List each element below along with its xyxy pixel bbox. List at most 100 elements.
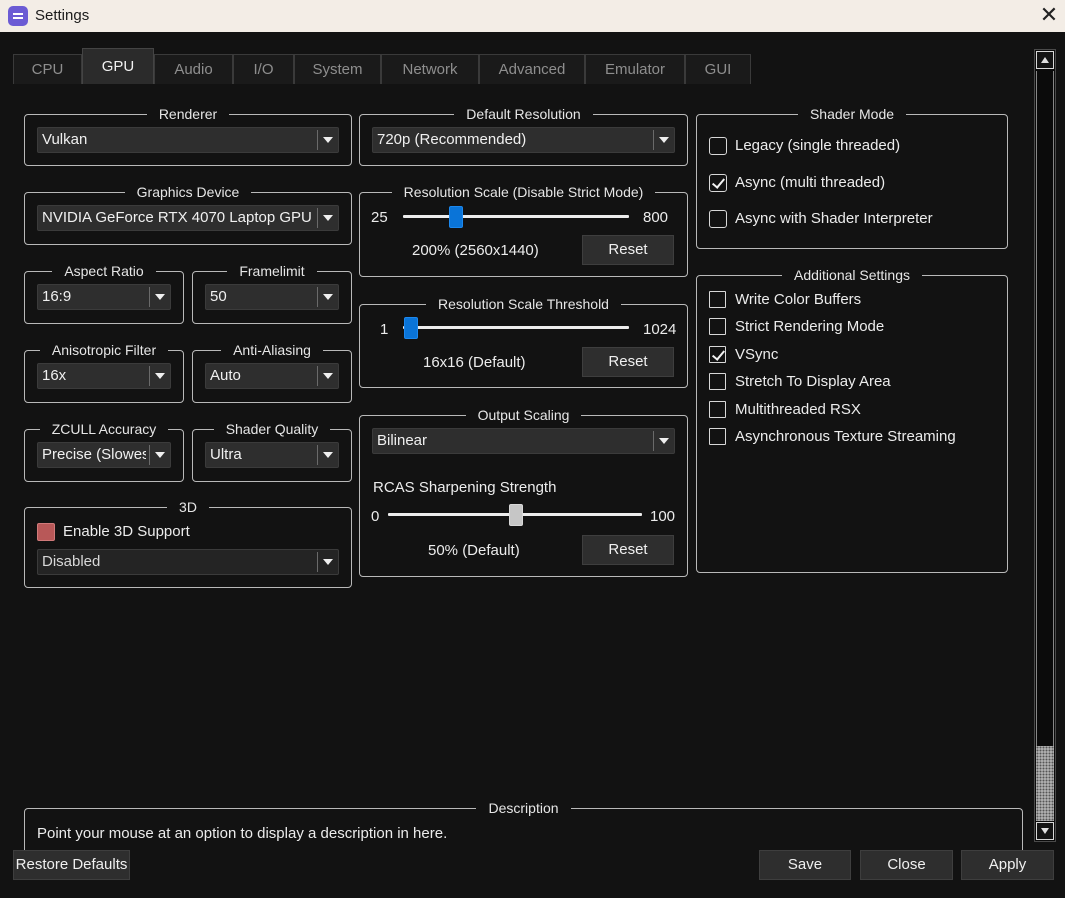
aspect-ratio-select[interactable]: 16:9 [37, 284, 171, 310]
anti-aliasing-group: Anti-Aliasing Auto [192, 342, 352, 403]
shader-mode-label: Shader Mode [797, 106, 907, 122]
shader-quality-group: Shader Quality Ultra [192, 421, 352, 482]
three-d-label: 3D [167, 499, 209, 515]
three-d-mode-select[interactable]: Disabled [37, 549, 339, 575]
vsync-label: VSync [735, 346, 779, 363]
app-icon [8, 6, 28, 26]
tab-advanced[interactable]: Advanced [479, 54, 585, 84]
resolution-threshold-label: Resolution Scale Threshold [426, 296, 621, 312]
scroll-up-arrow-icon [1041, 57, 1049, 63]
restore-defaults-button[interactable]: Restore Defaults [13, 850, 130, 880]
scroll-thumb[interactable] [1036, 746, 1054, 821]
enable-3d-checkbox[interactable] [37, 523, 55, 541]
dropdown-arrow-icon [317, 445, 337, 465]
description-text: Point your mouse at an option to display… [37, 825, 448, 842]
vertical-scrollbar[interactable] [1034, 49, 1056, 842]
graphics-device-select[interactable]: NVIDIA GeForce RTX 4070 Laptop GPU [37, 205, 339, 231]
dropdown-arrow-icon [149, 445, 169, 465]
three-d-mode-value: Disabled [42, 553, 101, 570]
default-resolution-group: Default Resolution 720p (Recommended) [359, 106, 688, 166]
shader-mode-legacy-radio[interactable] [709, 137, 727, 155]
tab-audio[interactable]: Audio [154, 54, 233, 84]
framelimit-label: Framelimit [227, 263, 317, 279]
framelimit-select[interactable]: 50 [205, 284, 339, 310]
zcull-accuracy-select[interactable]: Precise (Slowest) [37, 442, 171, 468]
output-scaling-label: Output Scaling [465, 407, 582, 423]
anisotropic-filter-label: Anisotropic Filter [39, 342, 169, 358]
rcas-label: RCAS Sharpening Strength [373, 479, 557, 496]
scroll-up-button[interactable] [1036, 51, 1054, 69]
stretch-to-display-label: Stretch To Display Area [735, 373, 891, 390]
dropdown-arrow-icon [317, 366, 337, 386]
shader-quality-select[interactable]: Ultra [205, 442, 339, 468]
resolution-scale-slider-handle[interactable] [449, 206, 463, 228]
tab-gpu[interactable]: GPU [82, 48, 154, 84]
dropdown-arrow-icon [317, 552, 337, 572]
resolution-threshold-slider-handle[interactable] [404, 317, 418, 339]
rcas-reset-button[interactable]: Reset [582, 535, 674, 565]
aspect-ratio-value: 16:9 [42, 288, 72, 305]
shader-quality-label: Shader Quality [213, 421, 331, 437]
default-resolution-label: Default Resolution [454, 106, 593, 122]
shader-mode-async-radio[interactable] [709, 174, 727, 192]
zcull-accuracy-label: ZCULL Accuracy [39, 421, 169, 437]
description-label: Description [476, 800, 571, 816]
write-color-buffers-label: Write Color Buffers [735, 291, 862, 308]
dropdown-arrow-icon [653, 130, 673, 150]
write-color-buffers-checkbox[interactable] [709, 291, 726, 308]
resolution-scale-label: Resolution Scale (Disable Strict Mode) [391, 184, 656, 200]
multithreaded-rsx-label: Multithreaded RSX [735, 401, 861, 418]
dropdown-arrow-icon [653, 431, 673, 451]
output-scaling-select[interactable]: Bilinear [372, 428, 675, 454]
graphics-device-group: Graphics Device NVIDIA GeForce RTX 4070 … [24, 184, 352, 245]
close-button[interactable]: Close [860, 850, 953, 880]
three-d-group: 3D Enable 3D Support Disabled [24, 499, 352, 588]
rcas-value-text: 50% (Default) [428, 542, 520, 559]
default-resolution-select[interactable]: 720p (Recommended) [372, 127, 675, 153]
scroll-track[interactable] [1036, 71, 1054, 821]
tab-system[interactable]: System [294, 54, 381, 84]
scroll-down-button[interactable] [1036, 822, 1054, 840]
tab-cpu[interactable]: CPU [13, 54, 82, 84]
output-scaling-value: Bilinear [377, 432, 428, 449]
save-button[interactable]: Save [759, 850, 851, 880]
close-icon[interactable]: ✕ [1038, 4, 1060, 26]
strict-rendering-mode-checkbox[interactable] [709, 318, 726, 335]
apply-button[interactable]: Apply [961, 850, 1054, 880]
anti-aliasing-select[interactable]: Auto [205, 363, 339, 389]
renderer-group: Renderer Vulkan [24, 106, 352, 166]
anisotropic-filter-value: 16x [42, 367, 67, 384]
zcull-accuracy-group: ZCULL Accuracy Precise (Slowest) [24, 421, 184, 482]
tab-gui[interactable]: GUI [685, 54, 751, 84]
resolution-threshold-max: 1024 [643, 321, 677, 338]
resolution-scale-reset-button[interactable]: Reset [582, 235, 674, 265]
tab-emulator[interactable]: Emulator [585, 54, 685, 84]
tab-io[interactable]: I/O [233, 54, 294, 84]
rcas-slider-handle[interactable] [509, 504, 523, 526]
rcas-min: 0 [371, 508, 380, 525]
dropdown-arrow-icon [149, 366, 169, 386]
shader-mode-interpreter-radio[interactable] [709, 210, 727, 228]
framelimit-value: 50 [210, 288, 227, 305]
dropdown-arrow-icon [317, 287, 337, 307]
async-texture-streaming-label: Asynchronous Texture Streaming [735, 428, 956, 445]
resolution-threshold-reset-button[interactable]: Reset [582, 347, 674, 377]
resolution-scale-max: 800 [643, 209, 669, 226]
resolution-scale-group: Resolution Scale (Disable Strict Mode) 2… [359, 184, 688, 277]
dropdown-arrow-icon [317, 208, 337, 228]
additional-settings-group: Additional Settings Write Color Buffers … [696, 267, 1008, 573]
multithreaded-rsx-checkbox[interactable] [709, 401, 726, 418]
async-texture-streaming-checkbox[interactable] [709, 428, 726, 445]
vsync-checkbox[interactable] [709, 346, 726, 363]
enable-3d-label: Enable 3D Support [63, 523, 190, 540]
title-bar: Settings ✕ [0, 0, 1065, 32]
window-title: Settings [35, 7, 90, 24]
tab-network[interactable]: Network [381, 54, 479, 84]
shader-quality-value: Ultra [210, 446, 242, 463]
anisotropic-filter-select[interactable]: 16x [37, 363, 171, 389]
output-scaling-group: Output Scaling Bilinear RCAS Sharpening … [359, 407, 688, 577]
stretch-to-display-checkbox[interactable] [709, 373, 726, 390]
resolution-scale-min: 25 [371, 209, 388, 226]
strict-rendering-mode-label: Strict Rendering Mode [735, 318, 885, 335]
renderer-select[interactable]: Vulkan [37, 127, 339, 153]
